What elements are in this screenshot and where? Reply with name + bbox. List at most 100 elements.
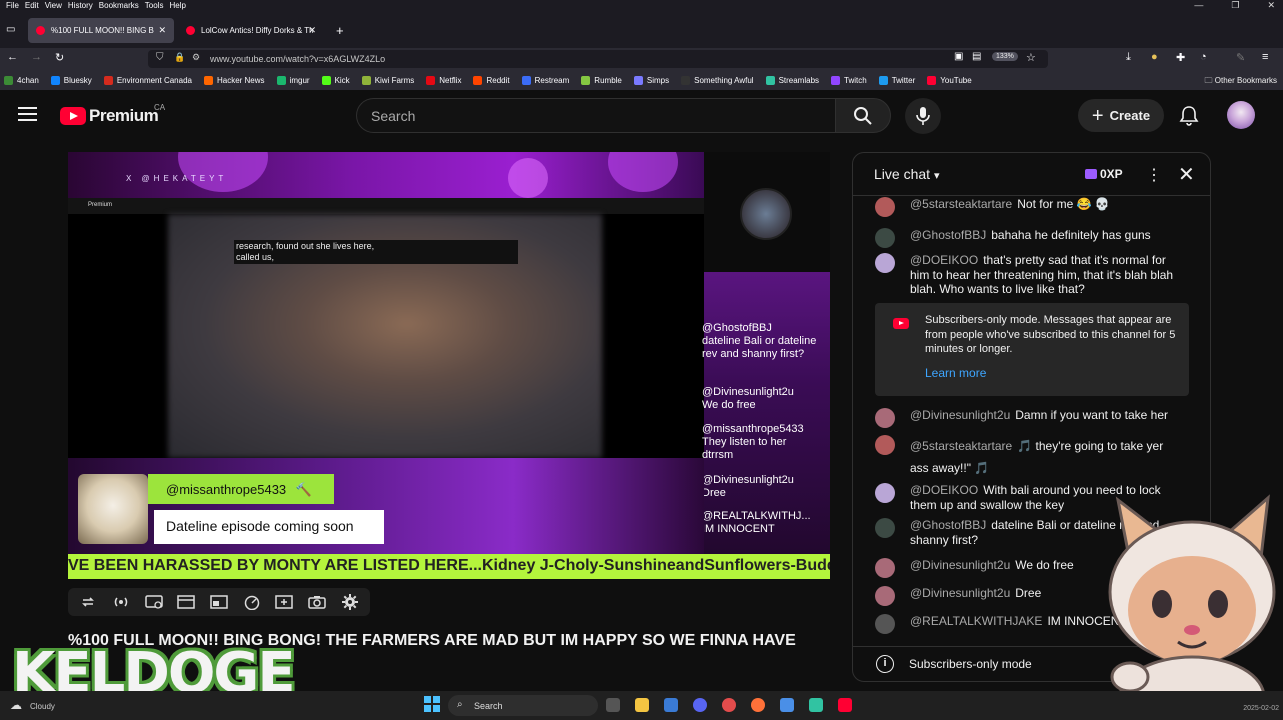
sync-icon[interactable]: ✎ xyxy=(1236,51,1245,64)
app-icon-blue[interactable] xyxy=(780,698,794,712)
new-tab-button[interactable]: + xyxy=(336,23,344,38)
more-options-icon[interactable]: ⋮ xyxy=(1146,165,1162,185)
minimize-icon[interactable]: — xyxy=(1194,0,1203,11)
chat-author[interactable]: @GhostofBBJ xyxy=(910,228,986,242)
streamlabs-icon[interactable] xyxy=(809,698,823,712)
menu-tools[interactable]: Tools xyxy=(145,1,164,10)
chat-author[interactable]: @DOEIKOO xyxy=(910,253,978,267)
extension-icon[interactable]: ● xyxy=(1151,51,1158,63)
bookmark-item[interactable]: Bluesky xyxy=(50,75,92,85)
chat-author[interactable]: @REALTALKWITHJAKE xyxy=(910,614,1042,628)
forward-icon[interactable]: → xyxy=(31,51,42,63)
taskbar-search[interactable]: ⌕ Search xyxy=(448,695,598,716)
bookmark-item[interactable]: Simps xyxy=(633,75,669,85)
other-bookmarks[interactable]: 🗀 Other Bookmarks xyxy=(1205,75,1277,89)
copilot-icon[interactable] xyxy=(664,698,678,712)
chat-author[interactable]: @5starsteaktartare xyxy=(910,439,1012,453)
bookmark-item[interactable]: Something Awful xyxy=(681,75,754,85)
bookmark-item[interactable]: imgur xyxy=(276,75,310,85)
chat-avatar[interactable] xyxy=(875,197,895,217)
lock-icon[interactable]: 🔒 xyxy=(174,52,185,63)
guide-menu-icon[interactable] xyxy=(18,107,37,123)
menu-help[interactable]: Help xyxy=(169,1,185,10)
permissions-icon[interactable]: ⚙ xyxy=(192,52,200,63)
extensions-puzzle-icon[interactable]: ✚ xyxy=(1176,51,1185,64)
notifications-button[interactable] xyxy=(1178,104,1200,131)
screenshot-camera-icon[interactable] xyxy=(308,593,326,611)
url-bar[interactable]: ⛉ 🔒 ⚙ www.youtube.com/watch?v=x6AGLWZ4ZL… xyxy=(148,50,1048,68)
account-avatar[interactable] xyxy=(1227,101,1255,129)
task-view-icon[interactable] xyxy=(606,698,620,712)
tab-second[interactable]: LolCow Antics! Diffy Dorks & Th ✕ xyxy=(178,18,324,43)
info-icon[interactable]: i xyxy=(876,655,894,673)
menu-edit[interactable]: Edit xyxy=(25,1,39,10)
chat-avatar[interactable] xyxy=(875,558,895,578)
chat-author[interactable]: @DOEIKOO xyxy=(910,483,978,497)
chat-avatar[interactable] xyxy=(875,253,895,273)
close-tab-icon[interactable]: ✕ xyxy=(308,25,316,36)
menu-file[interactable]: File xyxy=(6,1,19,10)
menu-bookmarks[interactable]: Bookmarks xyxy=(99,1,139,10)
loop-icon[interactable] xyxy=(79,593,97,611)
bookmark-item[interactable]: Reddit xyxy=(473,75,510,85)
bookmark-item[interactable]: Environment Canada xyxy=(103,75,192,85)
reload-icon[interactable]: ↻ xyxy=(55,51,64,64)
weather-label[interactable]: Cloudy xyxy=(30,702,55,711)
chat-avatar[interactable] xyxy=(875,586,895,606)
profile-icon[interactable]: ◔ xyxy=(1200,51,1207,63)
chat-avatar[interactable] xyxy=(875,435,895,455)
settings-gear-icon[interactable] xyxy=(341,593,359,611)
reader-view-icon[interactable]: ▣ xyxy=(954,51,963,62)
close-window-icon[interactable]: ✕ xyxy=(1267,0,1275,11)
add-clip-icon[interactable] xyxy=(275,593,294,611)
bookmark-item[interactable]: Kick xyxy=(321,75,350,85)
bookmark-item[interactable]: Twitch xyxy=(831,75,867,85)
chat-avatar[interactable] xyxy=(875,483,895,503)
chat-mode-selector[interactable]: Live chat ▾ xyxy=(874,166,940,182)
bookmark-star-icon[interactable]: ☆ xyxy=(1026,51,1036,64)
app-menu-icon[interactable]: ≡ xyxy=(1262,51,1268,63)
taskbar-date[interactable]: 2025-02-02 xyxy=(1243,705,1279,712)
youtube-app-icon[interactable] xyxy=(838,698,852,712)
discord-icon[interactable] xyxy=(693,698,707,712)
zoom-indicator[interactable]: 133% xyxy=(992,52,1018,61)
chat-avatar[interactable] xyxy=(875,518,895,538)
bookmark-item[interactable]: 4chan xyxy=(4,75,39,85)
create-button[interactable]: + Create xyxy=(1078,99,1164,132)
search-input[interactable]: Search xyxy=(356,98,836,133)
chat-avatar[interactable] xyxy=(875,228,895,248)
file-explorer-icon[interactable] xyxy=(635,698,649,712)
bookmark-item[interactable]: Netflix xyxy=(426,75,461,85)
chat-avatar[interactable] xyxy=(875,614,895,634)
pip-icon[interactable]: ▤ xyxy=(972,51,981,62)
chat-author[interactable]: @GhostofBBJ xyxy=(910,518,986,532)
bookmark-item[interactable]: Rumble xyxy=(581,75,622,85)
chat-author[interactable]: @Divinesunlight2u xyxy=(910,586,1010,600)
app-icon-red[interactable] xyxy=(722,698,736,712)
live-broadcast-icon[interactable] xyxy=(112,593,130,611)
firefox-icon[interactable] xyxy=(751,698,765,712)
bookmark-item[interactable]: Streamlabs xyxy=(765,75,819,85)
tab-active[interactable]: %100 FULL MOON!! BING B ✕ xyxy=(28,18,174,43)
menu-view[interactable]: View xyxy=(45,1,62,10)
voice-search-button[interactable] xyxy=(905,98,941,134)
downloads-icon[interactable]: ⤓ xyxy=(1126,51,1131,64)
speed-gauge-icon[interactable] xyxy=(243,593,261,611)
back-icon[interactable]: ← xyxy=(7,51,18,63)
close-chat-icon[interactable]: ✕ xyxy=(1178,162,1195,187)
video-player[interactable]: X @HEKATEYT Premium research, found out … xyxy=(68,152,830,554)
chat-author[interactable]: @5starsteaktartare xyxy=(910,197,1012,211)
bookmark-item[interactable]: Twitter xyxy=(878,75,915,85)
search-button[interactable] xyxy=(835,98,891,133)
picture-in-picture-icon[interactable] xyxy=(210,593,228,611)
stats-icon[interactable] xyxy=(144,593,163,611)
close-tab-icon[interactable]: ✕ xyxy=(158,25,166,36)
chat-avatar[interactable] xyxy=(875,408,895,428)
shield-icon[interactable]: ⛉ xyxy=(156,52,164,63)
weather-icon[interactable]: ☁ xyxy=(10,698,22,712)
bookmark-item[interactable]: YouTube xyxy=(927,75,972,85)
tab-list-icon[interactable]: ▭ xyxy=(6,24,15,35)
windows-start-icon[interactable] xyxy=(424,696,440,717)
chat-author[interactable]: @Divinesunlight2u xyxy=(910,558,1010,572)
xp-badge[interactable]: 0XP xyxy=(1085,167,1123,181)
